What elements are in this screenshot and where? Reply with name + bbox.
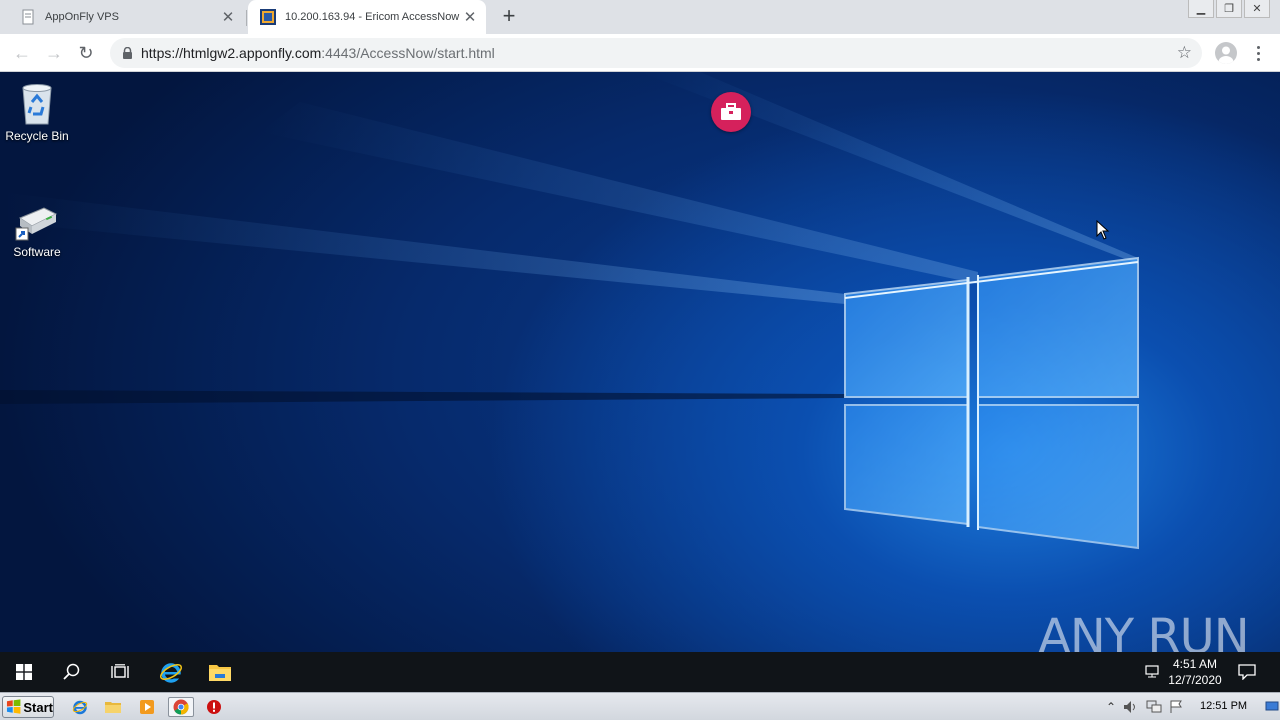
watermark-text: ANY RUN [1038, 609, 1250, 652]
close-tab-icon[interactable]: ✕ [218, 7, 238, 27]
host-system-tray: ⌃ [1106, 696, 1183, 718]
desktop-icon-recycle-bin[interactable]: Recycle Bin [2, 80, 72, 143]
tab-ericom-accessnow[interactable]: 10.200.163.94 - Ericom AccessNow ✕ [248, 0, 486, 34]
close-tab-icon[interactable]: ✕ [460, 7, 480, 27]
network-icon[interactable] [1146, 700, 1162, 714]
recycle-bin-icon [22, 84, 52, 125]
action-flag-icon[interactable] [1169, 700, 1183, 714]
remote-desktop[interactable]: Recycle Bin Software ANY RUN [0, 72, 1280, 652]
start-icon [16, 664, 32, 680]
action-center-icon[interactable] [1238, 652, 1256, 692]
task-view-icon [111, 664, 129, 678]
profile-avatar-icon[interactable] [1215, 42, 1237, 64]
chrome-icon [173, 699, 189, 715]
show-desktop-icon [1265, 701, 1279, 711]
search-icon [63, 663, 80, 680]
mouse-cursor-icon [1096, 220, 1110, 240]
tab-title: AppOnFly VPS [45, 11, 119, 23]
internet-explorer-icon [72, 700, 88, 715]
url-path: :4443/AccessNow/start.html [321, 45, 495, 61]
media-player-icon [140, 700, 154, 714]
bookmark-star-icon[interactable]: ☆ [1177, 43, 1192, 63]
host-clock[interactable]: 12:51 PM [1200, 700, 1247, 712]
lock-icon [123, 47, 132, 59]
host-stop-button[interactable] [203, 697, 225, 717]
url-host: https://htmlgw2.apponfly.com [141, 45, 322, 61]
drive-shortcut-icon [15, 207, 58, 241]
restore-icon[interactable]: ❐ [1216, 0, 1242, 18]
tab-apponfly[interactable]: AppOnFly VPS ✕ [8, 0, 244, 34]
window-controls: ▁ ❐ ✕ [1186, 0, 1270, 18]
volume-icon[interactable] [1123, 700, 1139, 714]
internet-explorer-icon [159, 663, 183, 683]
desktop-icon-software[interactable]: Software [2, 204, 72, 259]
close-window-icon[interactable]: ✕ [1244, 0, 1270, 18]
minimize-icon[interactable]: ▁ [1188, 0, 1214, 18]
show-desktop-button[interactable] [1264, 695, 1280, 717]
person-icon [1218, 46, 1234, 64]
remote-clock[interactable]: 4:51 AM 12/7/2020 [1165, 656, 1225, 688]
network-icon[interactable] [1143, 652, 1159, 692]
start-label: Start [23, 699, 53, 715]
host-taskbar: Start ⌃ 12:51 PM [0, 692, 1280, 720]
folder-icon [105, 702, 121, 713]
browser-toolbar: ← → ↻ https://htmlgw2.apponfly.com:4443/… [0, 34, 1280, 72]
tab-title: 10.200.163.94 - Ericom AccessNow [285, 11, 460, 23]
task-view-button[interactable] [96, 652, 144, 692]
address-bar[interactable]: https://htmlgw2.apponfly.com:4443/Access… [110, 38, 1202, 68]
reload-icon[interactable]: ↻ [75, 42, 97, 64]
host-media-player-button[interactable] [136, 697, 158, 717]
toolbox-button[interactable] [711, 92, 751, 132]
network-monitor-icon [1145, 665, 1159, 678]
back-icon[interactable]: ← [11, 42, 33, 64]
recycle-bin-label: Recycle Bin [5, 129, 69, 143]
toolbox-icon [721, 103, 741, 120]
new-tab-button[interactable]: + [497, 5, 521, 29]
remote-ie-button[interactable] [147, 652, 195, 692]
anyrun-watermark: ANY RUN [1038, 609, 1250, 652]
windows-logo-wallpaper [0, 72, 1139, 550]
tab-divider [246, 10, 247, 26]
remote-start-button[interactable] [0, 652, 48, 692]
host-chrome-button[interactable] [168, 697, 194, 717]
remote-date: 12/7/2020 [1168, 673, 1222, 687]
tray-expand-icon[interactable]: ⌃ [1106, 700, 1116, 714]
page-icon [22, 9, 34, 25]
remote-taskbar: 4:51 AM 12/7/2020 [0, 652, 1280, 692]
browser-menu-icon[interactable] [1252, 41, 1264, 65]
remote-time: 4:51 AM [1172, 657, 1218, 671]
file-explorer-icon [209, 665, 231, 681]
host-ie-button[interactable] [69, 697, 91, 717]
ericom-icon [260, 9, 276, 25]
remote-file-explorer-button[interactable] [196, 652, 244, 692]
forward-icon[interactable]: → [43, 42, 65, 64]
host-explorer-button[interactable] [102, 697, 124, 717]
windows-flag-icon [6, 699, 21, 714]
url-text: https://htmlgw2.apponfly.com:4443/Access… [141, 45, 495, 61]
browser-tab-strip: AppOnFly VPS ✕ 10.200.163.94 - Ericom Ac… [0, 0, 1280, 34]
host-start-button[interactable]: Start [2, 696, 54, 718]
software-label: Software [13, 245, 61, 259]
stop-icon [207, 700, 221, 714]
remote-search-button[interactable] [48, 652, 96, 692]
notification-icon [1238, 664, 1256, 680]
